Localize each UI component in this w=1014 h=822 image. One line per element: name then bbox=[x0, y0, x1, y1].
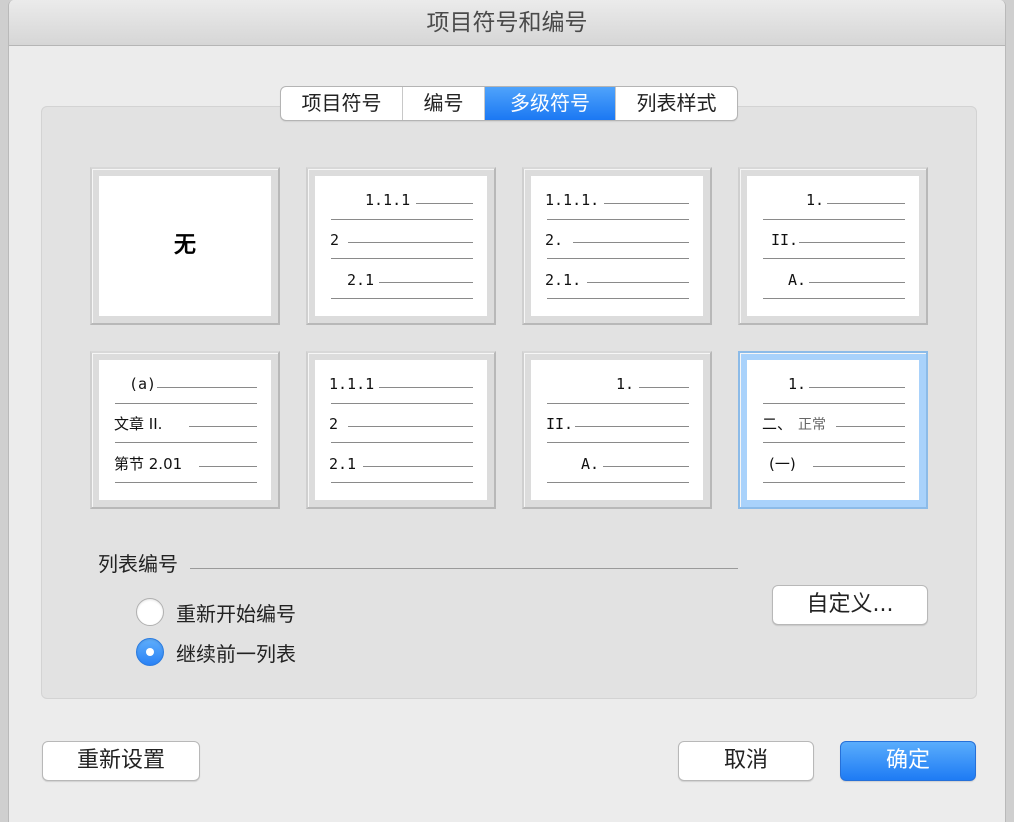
restart-numbering-option[interactable]: 重新开始编号 bbox=[136, 597, 296, 627]
level-2-number: 二、 bbox=[762, 415, 793, 433]
level-1-number: 1. bbox=[788, 375, 807, 393]
style-numeric-dotted[interactable]: 1.1.1. 2. 2.1. bbox=[522, 167, 712, 325]
level-2-number: 文章 II. bbox=[114, 415, 163, 433]
style-preview: 无 bbox=[99, 176, 271, 316]
level-2-number: 2. bbox=[545, 231, 564, 249]
tab-bullets[interactable]: 项目符号 bbox=[281, 87, 403, 120]
continue-list-label: 继续前一列表 bbox=[176, 641, 296, 666]
level-1-number: 1.1.1 bbox=[329, 375, 375, 393]
level-1-number: 1. bbox=[616, 375, 635, 393]
level-2-number: II. bbox=[771, 231, 799, 249]
level-2-number: 2 bbox=[329, 415, 339, 433]
none-label: 无 bbox=[173, 233, 196, 258]
style-preview: 1. II. A. bbox=[531, 360, 703, 500]
reset-button[interactable]: 重新设置 bbox=[42, 741, 200, 781]
style-preview: 1.1.1. 2. 2.1. bbox=[531, 176, 703, 316]
level-2-number: 2 bbox=[330, 231, 340, 249]
style-chinese-selected[interactable]: 1. 二、 正常 (一) bbox=[738, 351, 928, 509]
level-3-number: A. bbox=[788, 271, 807, 289]
level-3-number: 2.1 bbox=[329, 455, 357, 473]
level-3-number: (一) bbox=[769, 455, 796, 473]
dialog-window: 项目符号和编号 项目符号 编号 多级符号 列表样式 无 1.1.1 2 2.1 … bbox=[8, 0, 1006, 822]
style-outline-indented[interactable]: 1. II. A. bbox=[522, 351, 712, 509]
cancel-button[interactable]: 取消 bbox=[678, 741, 814, 781]
list-numbering-label: 列表编号 bbox=[98, 552, 178, 576]
style-outline[interactable]: 1. II. A. bbox=[738, 167, 928, 325]
style-numeric-1-1-1[interactable]: 1.1.1 2 2.1 bbox=[306, 167, 496, 325]
style-preview: (a) 文章 II. 第节 2.01 bbox=[99, 360, 271, 500]
level-2-number: II. bbox=[546, 415, 574, 433]
style-none[interactable]: 无 bbox=[90, 167, 280, 325]
section-divider bbox=[190, 568, 738, 569]
style-preview: 1. II. A. bbox=[747, 176, 919, 316]
level-3-number: 2.1. bbox=[545, 271, 582, 289]
continue-list-radio[interactable] bbox=[136, 638, 164, 666]
tab-multilevel[interactable]: 多级符号 bbox=[485, 87, 616, 120]
level-3-number: 2.1 bbox=[347, 271, 375, 289]
level-3-number: A. bbox=[581, 455, 600, 473]
restart-numbering-radio[interactable] bbox=[136, 598, 164, 626]
tab-list-styles[interactable]: 列表样式 bbox=[616, 87, 737, 120]
dialog-title: 项目符号和编号 bbox=[9, 0, 1005, 46]
continue-list-option[interactable]: 继续前一列表 bbox=[136, 637, 296, 667]
customize-button[interactable]: 自定义... bbox=[772, 585, 928, 625]
ok-button[interactable]: 确定 bbox=[840, 741, 976, 781]
style-preview: 1. 二、 正常 (一) bbox=[747, 360, 919, 500]
style-numeric-flat[interactable]: 1.1.1 2 2.1 bbox=[306, 351, 496, 509]
normal-style-label: 正常 bbox=[798, 417, 826, 433]
style-preview: 1.1.1 2 2.1 bbox=[315, 360, 487, 500]
tab-bar: 项目符号 编号 多级符号 列表样式 bbox=[280, 86, 738, 121]
restart-numbering-label: 重新开始编号 bbox=[176, 601, 296, 626]
level-1-number: 1.1.1. bbox=[545, 191, 600, 209]
level-3-number: 第节 2.01 bbox=[114, 455, 183, 473]
style-article-section[interactable]: (a) 文章 II. 第节 2.01 bbox=[90, 351, 280, 509]
level-1-number: 1.1.1 bbox=[365, 191, 411, 209]
level-1-number: (a) bbox=[129, 375, 157, 393]
level-1-number: 1. bbox=[806, 191, 825, 209]
tab-numbering[interactable]: 编号 bbox=[403, 87, 485, 120]
style-preview: 1.1.1 2 2.1 bbox=[315, 176, 487, 316]
